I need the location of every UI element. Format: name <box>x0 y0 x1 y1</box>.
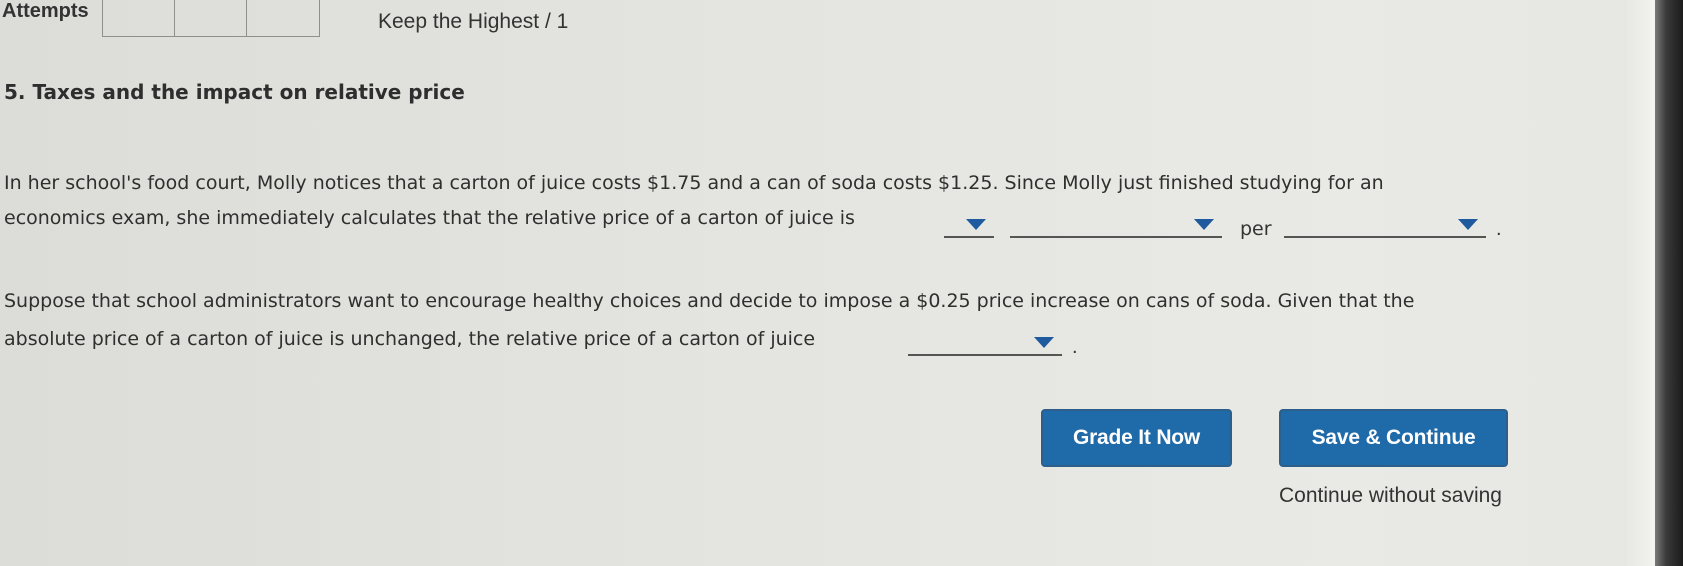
screen-bezel <box>1655 0 1683 566</box>
attempt-box <box>175 0 247 36</box>
paragraph-2-line-1: Suppose that school administrators want … <box>4 290 1415 312</box>
paragraph-1-line-2: economics exam, she immediately calculat… <box>4 207 855 229</box>
chevron-down-icon <box>1194 219 1214 230</box>
chevron-down-icon <box>1458 219 1478 230</box>
relative-price-unit-dropdown[interactable] <box>1010 212 1222 238</box>
sentence-period: . <box>1072 336 1078 358</box>
attempt-box <box>247 0 319 36</box>
per-unit-dropdown[interactable] <box>1284 212 1486 238</box>
question-title: 5. Taxes and the impact on relative pric… <box>4 80 465 104</box>
screen-glare <box>1625 0 1655 566</box>
attempts-label: Attempts <box>2 0 89 22</box>
paragraph-1-line-1: In her school's food court, Molly notice… <box>4 172 1384 194</box>
continue-without-saving-link[interactable]: Continue without saving <box>1279 484 1502 508</box>
relative-price-change-dropdown[interactable] <box>908 330 1062 356</box>
paragraph-2-line-2: absolute price of a carton of juice is u… <box>4 328 816 350</box>
attempt-box <box>103 0 175 36</box>
chevron-down-icon <box>1034 337 1054 348</box>
save-and-continue-button[interactable]: Save & Continue <box>1279 409 1508 467</box>
sentence-period: . <box>1496 218 1502 240</box>
relative-price-value-dropdown[interactable] <box>944 212 994 238</box>
attempt-indicator <box>102 0 320 37</box>
grading-policy: Keep the Highest / 1 <box>378 10 569 33</box>
chevron-down-icon <box>966 219 986 230</box>
grade-it-now-button[interactable]: Grade It Now <box>1041 409 1232 467</box>
per-label: per <box>1240 218 1272 240</box>
